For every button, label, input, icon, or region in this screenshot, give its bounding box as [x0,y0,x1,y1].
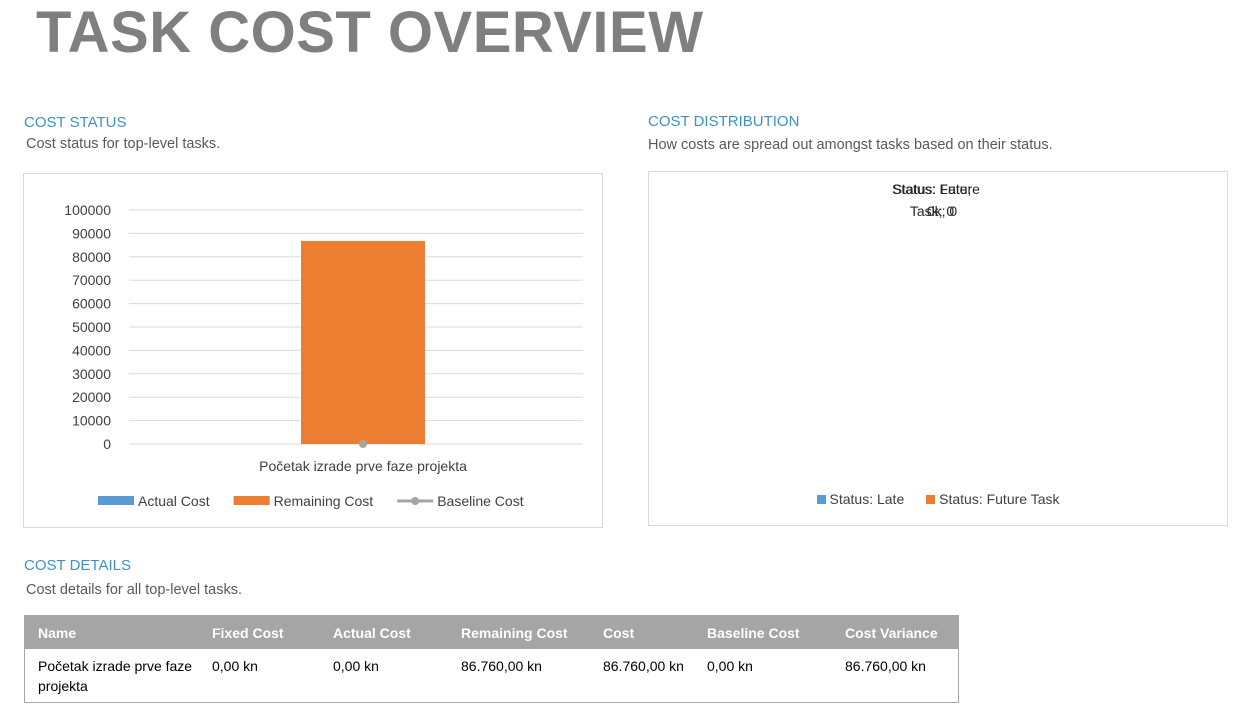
table-header-row: Name Fixed Cost Actual Cost Remaining Co… [25,616,958,649]
cost-status-description: Cost status for top-level tasks. [26,136,221,152]
cell-actual-cost: 0,00 kn [333,658,379,674]
y-tick-label: 90000 [72,225,111,241]
cost-details-table-wrap: Name Fixed Cost Actual Cost Remaining Co… [24,615,959,703]
legend-swatch-marker [411,497,420,505]
cell-cost: 86.760,00 kn [603,658,684,674]
pie-label-future-line1: Status: Future [892,181,980,197]
cost-distribution-description: How costs are spread out amongst tasks b… [648,137,1053,153]
cell-cost-variance: 86.760,00 kn [845,658,926,674]
cell-remaining-cost: 86.760,00 kn [461,658,542,674]
cell-baseline-cost: 0,00 kn [707,658,753,674]
legend-label: Actual Cost [138,493,210,509]
cost-distribution-chart-panel[interactable]: Status: Late; Task; 0 Status: Future 0k;… [648,171,1228,526]
cell-name: Početak izrade prve faze projekta [38,658,193,694]
y-tick-label: 0 [103,436,111,452]
cost-status-heading: COST STATUS [24,114,127,131]
y-tick-label: 70000 [72,272,111,288]
legend-label: Baseline Cost [437,493,523,509]
cost-details-description: Cost details for all top-level tasks. [26,582,242,598]
bar-remaining-cost[interactable] [301,240,425,444]
cell-fixed-cost: 0,00 kn [212,658,258,674]
column-header-name[interactable]: Name [25,616,199,649]
y-tick-label: 40000 [72,342,111,358]
y-tick-label: 30000 [72,366,111,382]
cost-details-table: Name Fixed Cost Actual Cost Remaining Co… [25,616,958,702]
category-label: Početak izrade prve faze projekta [259,458,467,474]
point-baseline-cost[interactable] [359,440,367,448]
y-tick-label: 100000 [64,202,111,218]
y-tick-label: 20000 [72,389,111,405]
legend-item-future: Status: Future Task [926,491,1059,507]
column-header-remaining-cost[interactable]: Remaining Cost [448,616,590,649]
page-title: TASK COST OVERVIEW [36,0,704,65]
cost-distribution-heading: COST DISTRIBUTION [648,113,800,130]
pie-label-future: Status: Future 0k; 0 [649,178,1227,222]
legend-label: Remaining Cost [274,493,374,509]
y-tick-label: 80000 [72,249,111,265]
y-tick-label: 10000 [72,413,111,429]
distribution-legend: Status: Late Status: Future Task [649,491,1227,507]
legend-swatch [233,496,270,505]
cost-status-chart-panel[interactable]: 0 10000 20000 30000 40000 50000 60000 70000 8000… [23,173,603,528]
legend-label-future: Status: Future Task [939,491,1060,507]
column-header-actual-cost[interactable]: Actual Cost [320,616,448,649]
column-header-fixed-cost[interactable]: Fixed Cost [199,616,320,649]
column-header-baseline-cost[interactable]: Baseline Cost [694,616,832,649]
y-tick-label: 50000 [72,319,111,335]
table-row[interactable]: Početak izrade prve faze projekta 0,00 k… [25,649,958,702]
legend-item-remaining-cost: Remaining Cost [233,493,374,509]
legend-item-baseline-cost: Baseline Cost [397,493,524,509]
legend-item-actual-cost: Actual Cost [98,493,210,509]
column-header-cost[interactable]: Cost [590,616,694,649]
legend-item-late: Status: Late [816,491,905,507]
pie-data-labels: Status: Late; Task; 0 Status: Future 0k;… [649,178,1227,224]
legend-swatch-future [926,495,936,504]
y-tick-label: 60000 [72,296,111,312]
cost-details-heading: COST DETAILS [24,557,131,574]
legend-label-late: Status: Late [829,491,905,507]
legend-swatch [98,496,134,505]
pie-label-future-line2: 0k; 0 [926,203,958,219]
cost-status-chart: 0 10000 20000 30000 40000 50000 60000 70000 8000… [64,202,583,509]
legend-swatch-late [816,495,826,504]
column-header-cost-variance[interactable]: Cost Variance [832,616,958,649]
